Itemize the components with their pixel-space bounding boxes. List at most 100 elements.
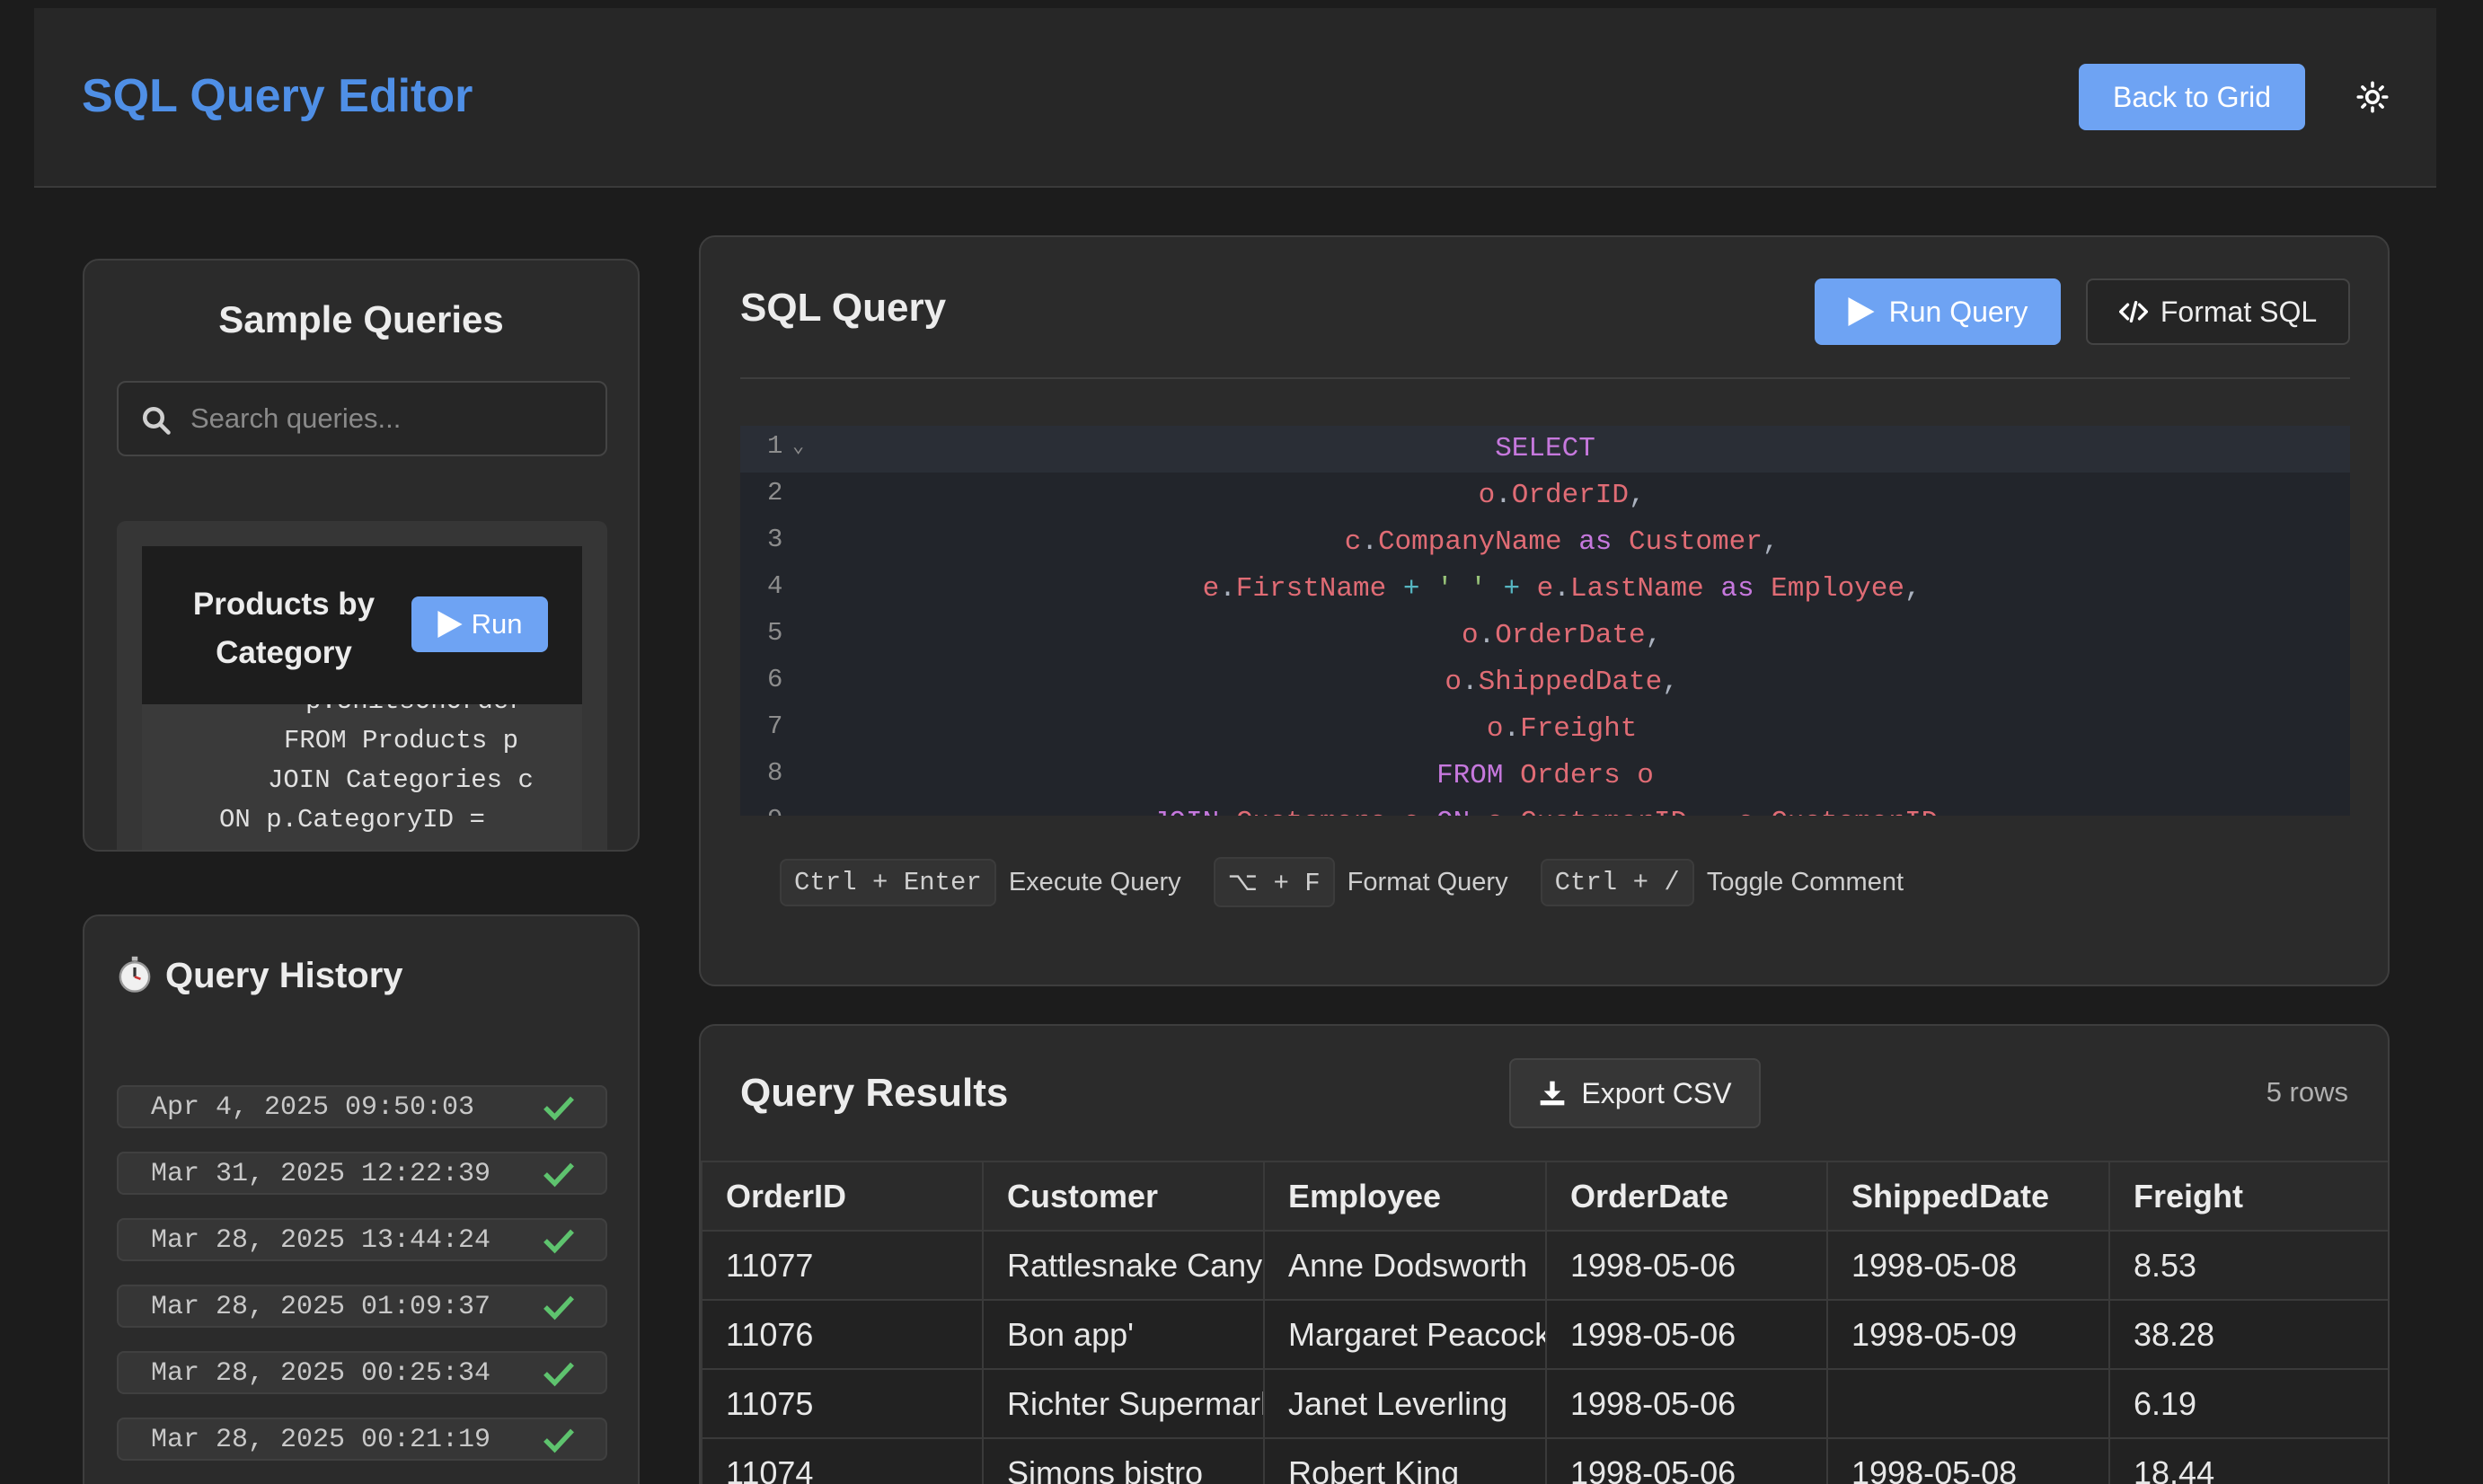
sql-editor[interactable]: 1 ⌄ SELECT 2 o.OrderID, 3 c.CompanyName … — [740, 426, 2350, 816]
editor-line: 6 o.ShippedDate, — [740, 659, 2350, 706]
code-line: o.OrderID, — [1445, 480, 1646, 511]
query-results-panel: Query Results Export CSV 5 rows OrderID … — [699, 1024, 2390, 1484]
table-cell: Bon app' — [982, 1299, 1265, 1370]
history-timestamp: Mar 28, 2025 00:25:34 — [151, 1358, 491, 1389]
history-item[interactable]: Mar 28, 2025 01:09:37 — [117, 1285, 607, 1328]
table-cell: 1998-05-06 — [1545, 1230, 1828, 1301]
history-timestamp: Apr 4, 2025 09:50:03 — [151, 1092, 475, 1123]
shortcut-description: Execute Query — [1008, 867, 1181, 897]
history-item[interactable]: Mar 28, 2025 00:21:19 — [117, 1418, 607, 1461]
stopwatch-icon — [117, 956, 153, 998]
table-cell: 6.19 — [2108, 1368, 2388, 1439]
table-row[interactable]: 11077 Rattlesnake Canyon Grocery Anne Do… — [701, 1230, 2388, 1301]
column-header[interactable]: OrderID — [701, 1161, 984, 1232]
export-csv-label: Export CSV — [1581, 1076, 1732, 1109]
history-timestamp: Mar 28, 2025 00:21:19 — [151, 1425, 491, 1455]
search-box — [117, 381, 607, 456]
table-cell: 1998-05-06 — [1545, 1299, 1828, 1370]
sql-preview-line: p.UnitsOnOrder — [305, 704, 525, 716]
table-row[interactable]: 11076 Bon app' Margaret Peacock 1998-05-… — [701, 1299, 2388, 1370]
play-icon — [1848, 297, 1875, 326]
editor-line: 7 o.Freight — [740, 706, 2350, 753]
history-timestamp: Mar 31, 2025 12:22:39 — [151, 1159, 491, 1189]
code-line: SELECT — [1495, 433, 1595, 464]
table-cell: Simons bistro — [982, 1437, 1265, 1484]
column-header[interactable]: ShippedDate — [1826, 1161, 2110, 1232]
check-icon — [543, 1229, 574, 1254]
code-line: JOIN Customers c ON o.CustomerID = c.Cus… — [740, 807, 2350, 816]
sql-preview-line: FROM Products p — [284, 726, 519, 755]
code-line: c.CompanyName as Customer, — [1311, 526, 1780, 558]
query-history-panel: Query History Apr 4, 2025 09:50:03 Mar 3… — [83, 914, 640, 1484]
code-line: o.Freight — [1453, 713, 1638, 745]
column-header[interactable]: OrderDate — [1545, 1161, 1828, 1232]
table-cell: 1998-05-09 — [1826, 1299, 2110, 1370]
format-sql-button[interactable]: Format SQL — [2086, 278, 2350, 345]
theme-toggle-button[interactable] — [2345, 69, 2400, 125]
check-icon — [543, 1428, 574, 1453]
column-header[interactable]: Employee — [1263, 1161, 1547, 1232]
format-sql-label: Format SQL — [2160, 295, 2318, 328]
shortcut-description: Format Query — [1347, 867, 1508, 897]
code-line: o.ShippedDate, — [1411, 667, 1679, 698]
search-input[interactable] — [190, 395, 595, 442]
history-item[interactable]: Mar 31, 2025 12:22:39 — [117, 1152, 607, 1195]
play-icon — [437, 611, 463, 638]
sample-query-run-button[interactable]: Run — [411, 596, 548, 652]
sample-query-card-header: Products by Category Run — [142, 546, 582, 704]
history-item[interactable]: Mar 28, 2025 13:44:24 — [117, 1218, 607, 1261]
column-header[interactable]: Freight — [2108, 1161, 2388, 1232]
code-icon — [2118, 300, 2148, 323]
shortcut-keys: ⌥ + F — [1213, 857, 1335, 907]
app-header: SQL Query Editor Back to Grid — [34, 8, 2436, 188]
back-to-grid-button[interactable]: Back to Grid — [2079, 64, 2305, 130]
editor-line: 8 FROM Orders o — [740, 753, 2350, 799]
shortcut-keys: Ctrl + Enter — [780, 858, 996, 906]
run-query-button[interactable]: Run Query — [1815, 278, 2061, 345]
query-history-title: Query History — [165, 956, 403, 995]
history-timestamp: Mar 28, 2025 13:44:24 — [151, 1225, 491, 1256]
table-cell: Rattlesnake Canyon Grocery — [982, 1230, 1265, 1301]
code-line: FROM Orders o — [1436, 760, 1654, 791]
sun-icon — [2356, 81, 2389, 113]
keyboard-shortcuts: Ctrl + Enter Execute Query ⌥ + F Format … — [780, 855, 1936, 909]
table-cell: Margaret Peacock — [1263, 1299, 1547, 1370]
export-csv-button[interactable]: Export CSV — [1509, 1058, 1761, 1128]
code-line: e.FirstName + ' ' + e.LastName as Employ… — [1169, 573, 1922, 605]
sample-query-card[interactable]: Products by Category Run p.UnitsOnOrder … — [117, 521, 607, 850]
table-cell: Richter Supermarkt — [982, 1368, 1265, 1439]
page-title: SQL Query Editor — [82, 70, 473, 122]
table-cell: 11076 — [701, 1299, 984, 1370]
query-results-title: Query Results — [740, 1071, 1009, 1115]
column-header[interactable]: Customer — [982, 1161, 1265, 1232]
shortcut-keys: Ctrl + / — [1540, 858, 1694, 906]
check-icon — [543, 1096, 574, 1121]
editor-line: 2 o.OrderID, — [740, 473, 2350, 519]
check-icon — [543, 1295, 574, 1321]
table-cell: 11075 — [701, 1368, 984, 1439]
history-item[interactable]: Apr 4, 2025 09:50:03 — [117, 1085, 607, 1128]
table-cell — [1826, 1368, 2110, 1439]
sql-preview-line: JOIN Categories c — [268, 765, 534, 795]
history-item[interactable]: Mar 28, 2025 00:25:34 — [117, 1351, 607, 1394]
editor-line: 9 JOIN Customers c ON o.CustomerID = c.C… — [740, 799, 2350, 816]
editor-line: 1 ⌄ SELECT — [740, 426, 2350, 473]
table-cell: Robert King — [1263, 1437, 1547, 1484]
search-icon — [140, 404, 172, 441]
table-row[interactable]: 11075 Richter Supermarkt Janet Leverling… — [701, 1368, 2388, 1439]
table-cell: 1998-05-08 — [1826, 1230, 2110, 1301]
code-line: o.OrderDate, — [1427, 620, 1663, 651]
sample-query-sql-preview: p.UnitsOnOrder FROM Products p JOIN Cate… — [142, 704, 582, 850]
table-cell: Janet Leverling — [1263, 1368, 1547, 1439]
divider — [740, 377, 2350, 379]
table-row[interactable]: 11074 Simons bistro Robert King 1998-05-… — [701, 1437, 2388, 1484]
table-cell: 11074 — [701, 1437, 984, 1484]
sample-queries-panel: Sample Queries Products by Category Run … — [83, 259, 640, 852]
editor-line: 4 e.FirstName + ' ' + e.LastName as Empl… — [740, 566, 2350, 613]
table-cell: 38.28 — [2108, 1299, 2388, 1370]
table-cell: 1998-05-06 — [1545, 1368, 1828, 1439]
sample-query-name: Products by Category — [192, 587, 376, 670]
sql-preview-line: ON p.CategoryID = — [219, 805, 485, 835]
table-cell: Anne Dodsworth — [1263, 1230, 1547, 1301]
table-cell: 8.53 — [2108, 1230, 2388, 1301]
